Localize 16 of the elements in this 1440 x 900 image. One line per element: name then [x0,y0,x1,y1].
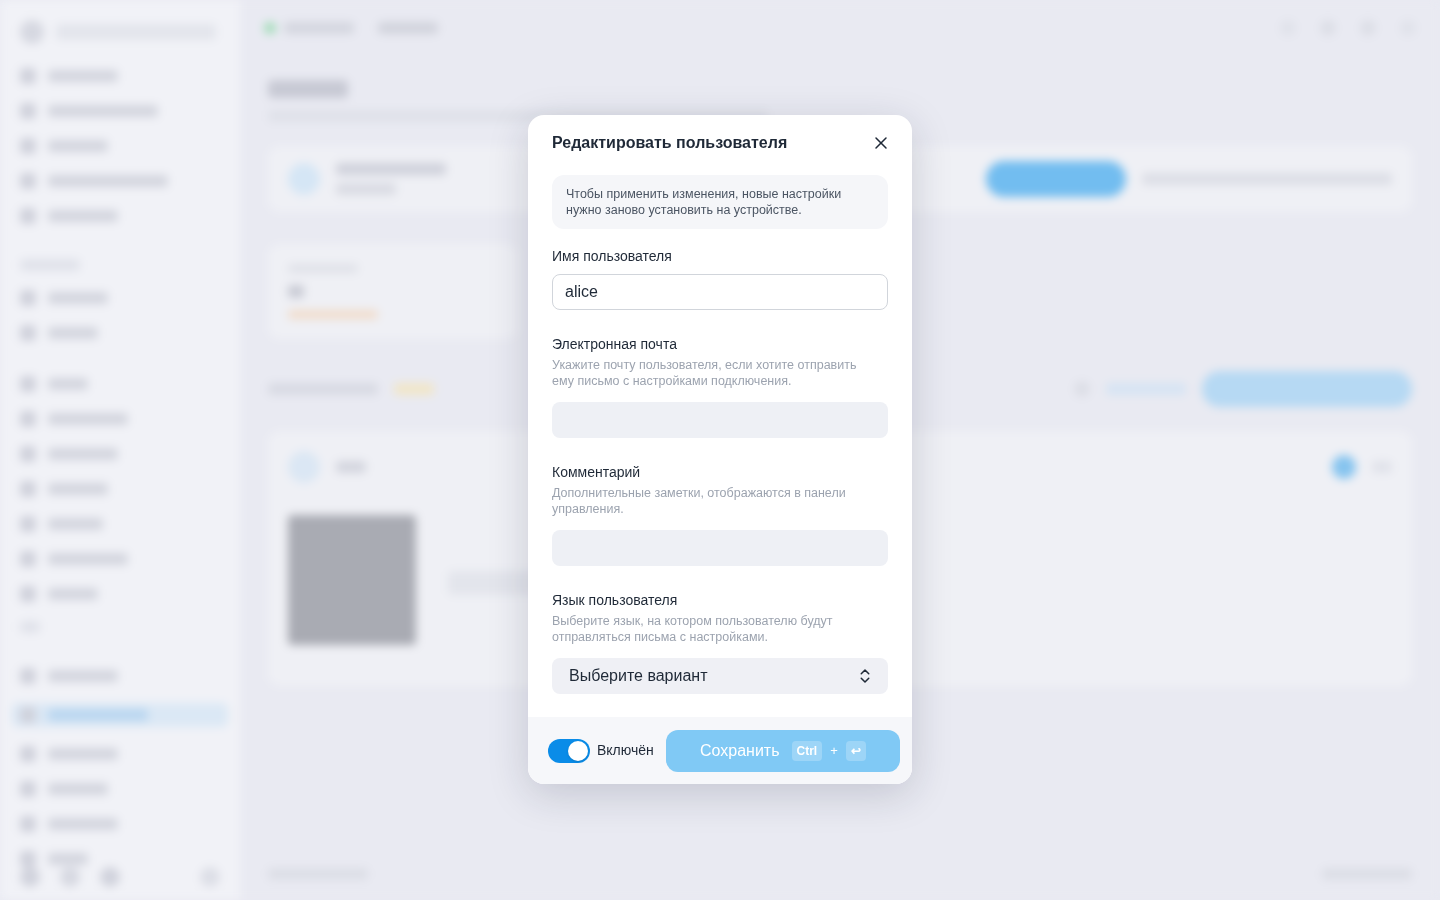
text-input-field[interactable]: alice [552,274,888,310]
field-label: Язык пользователя [552,591,679,610]
field-label: Комментарий [552,463,642,482]
dialog-title: Редактировать пользователя [552,133,789,153]
key-separator: + [830,741,838,760]
field-description: Выберите язык, на котором пользователю будут отправляться письма с настройками. [552,613,834,645]
field-label: Имя пользователя [552,247,673,266]
keyboard-key: ↩ [845,740,866,761]
field-description: Дополнительные заметки, отображаются в панели управления. [552,485,847,517]
field-label: Электронная почта [552,335,678,354]
field-description: Укажите почту пользователя, если хотите отправить ему письмо с настройками подключения. [552,357,858,389]
keyboard-key: Ctrl [791,740,823,761]
select-dropdown[interactable]: Выберите вариант [552,658,888,694]
notice-box: Чтобы применить изменения, новые настройки нужно заново установить на устройстве. [552,175,888,229]
toggle-switch[interactable] [548,738,590,763]
toggle-label: Включён [597,741,654,760]
